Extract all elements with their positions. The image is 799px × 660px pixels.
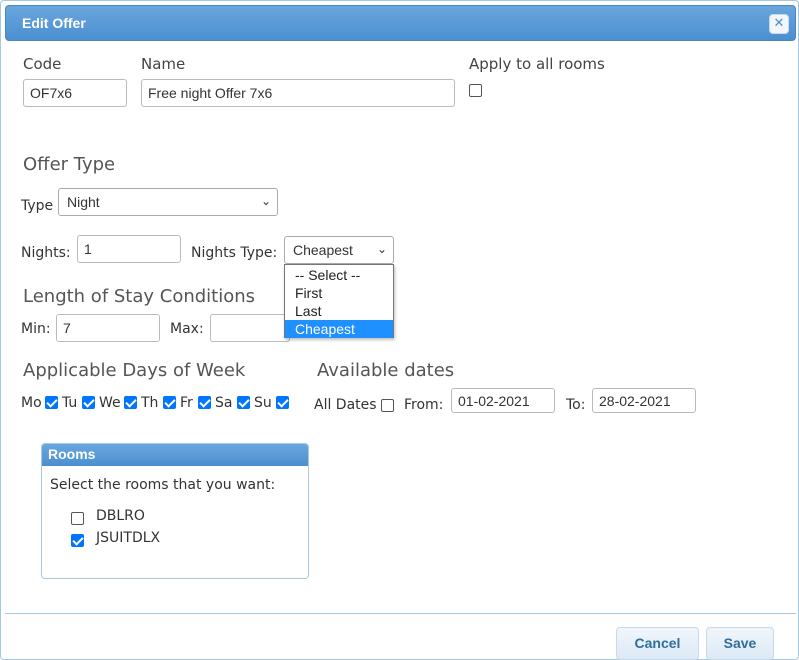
- day-label: Fr: [180, 395, 193, 411]
- length-of-stay-heading: Length of Stay Conditions: [23, 286, 256, 307]
- type-select[interactable]: Night ⌄: [58, 188, 278, 216]
- from-date-input[interactable]: [451, 388, 555, 413]
- nights-label: Nights:: [21, 245, 71, 261]
- available-dates-heading: Available dates: [317, 360, 455, 381]
- cancel-button[interactable]: Cancel: [616, 627, 699, 660]
- min-label: Min:: [21, 321, 51, 337]
- day-label: Tu: [62, 395, 78, 411]
- max-label: Max:: [170, 321, 204, 337]
- offer-type-heading: Offer Type: [23, 154, 116, 175]
- dropdown-option[interactable]: Last: [285, 302, 393, 320]
- room-checkbox-jsuitdlx[interactable]: [71, 534, 84, 547]
- name-input[interactable]: [141, 79, 455, 107]
- days-of-week-heading: Applicable Days of Week: [23, 360, 246, 381]
- day-checkbox-fr[interactable]: [198, 396, 211, 409]
- day-label: Su: [254, 395, 272, 411]
- nights-type-select[interactable]: Cheapest ⌄: [284, 236, 394, 264]
- name-label: Name: [141, 55, 186, 73]
- day-label: Mo: [21, 395, 42, 411]
- room-label: JSUITDLX: [96, 530, 161, 546]
- dropdown-option[interactable]: First: [285, 284, 393, 302]
- rooms-instruction: Select the rooms that you want:: [50, 477, 276, 493]
- dropdown-option[interactable]: -- Select --: [285, 266, 393, 284]
- max-input[interactable]: [210, 314, 290, 342]
- nights-input[interactable]: [77, 235, 181, 263]
- day-label: We: [99, 395, 121, 411]
- day-checkbox-tu[interactable]: [82, 396, 95, 409]
- dropdown-option-selected[interactable]: Cheapest: [285, 320, 393, 338]
- nights-type-dropdown-list: -- Select -- First Last Cheapest: [284, 264, 394, 338]
- nights-type-select-value: Cheapest: [293, 242, 353, 258]
- type-label: Type: [21, 198, 54, 214]
- day-checkbox-th[interactable]: [163, 396, 176, 409]
- to-date-input[interactable]: [592, 388, 696, 413]
- day-checkbox-we[interactable]: [124, 396, 137, 409]
- all-dates-label: All Dates: [314, 397, 377, 413]
- code-label: Code: [23, 55, 62, 73]
- dialog-titlebar[interactable]: Edit Offer ✕: [5, 5, 796, 41]
- room-label: DBLRO: [96, 508, 145, 524]
- from-label: From:: [404, 397, 444, 413]
- to-label: To:: [566, 397, 586, 413]
- nights-type-label: Nights Type:: [191, 245, 278, 261]
- apply-all-rooms-checkbox[interactable]: [469, 84, 482, 97]
- day-checkbox-mo[interactable]: [45, 396, 58, 409]
- type-select-value: Night: [67, 194, 100, 210]
- dialog-title: Edit Offer: [22, 15, 86, 31]
- min-input[interactable]: [56, 314, 160, 342]
- day-label: Sa: [215, 395, 233, 411]
- edit-offer-dialog: Edit Offer ✕ Code Name Apply to all room…: [0, 0, 799, 660]
- save-button[interactable]: Save: [706, 627, 774, 660]
- footer-divider: [5, 613, 796, 614]
- rooms-panel: Rooms Select the rooms that you want: DB…: [41, 443, 309, 579]
- apply-all-rooms-label: Apply to all rooms: [469, 55, 605, 73]
- chevron-down-icon: ⌄: [260, 194, 271, 208]
- day-checkbox-sa[interactable]: [237, 396, 250, 409]
- code-input[interactable]: [23, 79, 127, 107]
- all-dates-checkbox[interactable]: [381, 399, 394, 412]
- rooms-header: Rooms: [42, 444, 308, 466]
- day-checkbox-su[interactable]: [276, 396, 289, 409]
- close-icon[interactable]: ✕: [769, 14, 789, 34]
- day-label: Th: [141, 395, 159, 411]
- chevron-down-icon: ⌄: [376, 242, 387, 256]
- room-checkbox-dblro[interactable]: [71, 512, 84, 525]
